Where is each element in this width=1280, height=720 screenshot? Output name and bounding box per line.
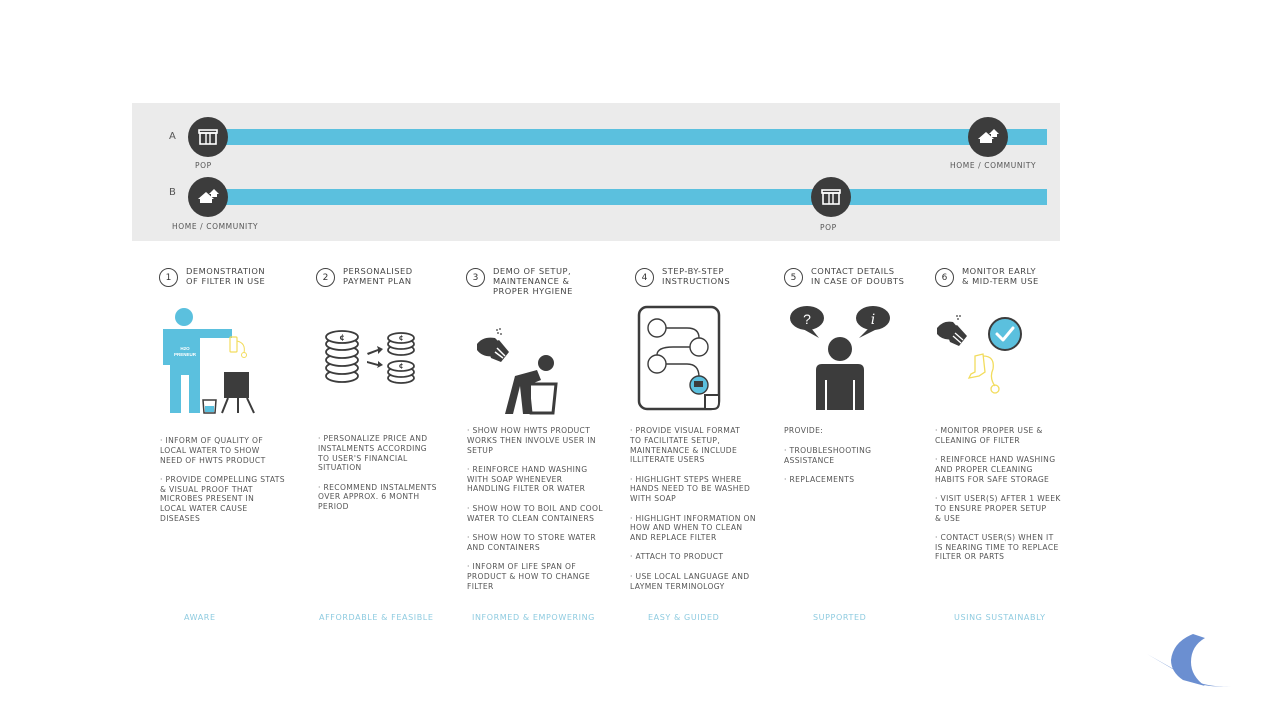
bullet-item: · USE LOCAL LANGUAGE AND LAYMEN TERMINOL…	[630, 571, 750, 591]
step-5-bullets: PROVIDE: · TROUBLESHOOTING ASSISTANCE · …	[784, 426, 919, 494]
row-b-end-label: POP	[820, 223, 837, 232]
bullet-item: · ATTACH TO PRODUCT	[630, 552, 724, 562]
bullet-item: · VISIT USER(S) AFTER 1 WEEK TO ENSURE P…	[935, 493, 1061, 523]
row-b-letter: B	[169, 187, 177, 198]
row-b-end-node	[811, 177, 851, 217]
person-with-speech-bubbles-icon: ? i	[790, 306, 890, 410]
row-b-start-node	[188, 177, 228, 217]
step-6: 6 MONITOR EARLY & MID-TERM USE	[935, 266, 1039, 287]
shop-icon	[198, 129, 218, 145]
step-title: CONTACT DETAILS IN CASE OF DOUBTS	[811, 266, 905, 286]
step-number: 6	[935, 268, 954, 287]
outcome-label: USING SUSTAINABLY	[954, 613, 1046, 622]
step-6-bullets: · MONITOR PROPER USE & CLEANING OF FILTE…	[935, 426, 1080, 572]
journey-panel: A POP HOME / COMMUNITY B HOME / COMMUNIT…	[132, 103, 1060, 241]
step-2-bullets: · PERSONALIZE PRICE AND INSTALMENTS ACCO…	[318, 434, 458, 522]
step-4-bullets: · PROVIDE VISUAL FORMAT TO FACILITATE SE…	[630, 426, 775, 601]
check-circle-icon	[988, 317, 1022, 351]
outcome-label: INFORMED & EMPOWERING	[472, 613, 595, 622]
step-3-bullets: · SHOW HOW HWTS PRODUCT WORKS THEN INVOL…	[467, 426, 617, 601]
bullet-item: · SHOW HOW TO STORE WATER AND CONTAINERS	[467, 532, 596, 552]
bullet-item: · REINFORCE HAND WASHING WITH SOAP WHENE…	[467, 464, 588, 494]
bullet-item: · REINFORCE HAND WASHING AND PROPER CLEA…	[935, 455, 1056, 484]
outcome-label: SUPPORTED	[813, 613, 867, 622]
svg-text:H2O: H2O	[180, 346, 190, 351]
row-a-start-node	[188, 117, 228, 157]
row-b-start-label: HOME / COMMUNITY	[172, 222, 259, 231]
outcome-label: AFFORDABLE & FEASIBLE	[319, 613, 434, 622]
outcome-label: EASY & GUIDED	[648, 613, 720, 622]
step-number: 1	[159, 268, 178, 287]
flowchart-document-icon	[637, 305, 721, 411]
bullet-item: · PROVIDE COMPELLING STATS & VISUAL PROO…	[160, 474, 285, 524]
bullet-item: · INFORM OF LIFE SPAN OF PRODUCT & HOW T…	[467, 561, 591, 591]
step-number: 2	[316, 268, 335, 287]
step-1: 1 DEMONSTRATION OF FILTER IN USE	[159, 266, 265, 287]
outcome-label: AWARE	[184, 613, 216, 622]
bullet-item: · HIGHLIGHT STEPS WHERE HANDS NEED TO BE…	[630, 474, 751, 504]
row-b-bar	[207, 189, 1047, 205]
row-a-end-node	[968, 117, 1008, 157]
step-2: 2 PERSONALISED PAYMENT PLAN	[316, 266, 413, 287]
svg-text:¢: ¢	[399, 362, 404, 370]
bullet-item: · INFORM OF QUALITY OF LOCAL WATER TO SH…	[160, 436, 266, 465]
row-a-bar	[207, 129, 1047, 145]
bullet-item: · MONITOR PROPER USE & CLEANING OF FILTE…	[935, 426, 1043, 445]
step-title: DEMO OF SETUP, MAINTENANCE & PROPER HYGI…	[493, 266, 573, 296]
step-title: PERSONALISED PAYMENT PLAN	[343, 266, 413, 286]
row-a-letter: A	[169, 131, 177, 142]
handwash-icon	[937, 315, 967, 346]
step-3: 3 DEMO OF SETUP, MAINTENANCE & PROPER HYG…	[466, 266, 573, 296]
question-mark-icon: ?	[803, 311, 811, 327]
row-a-start-label: POP	[195, 161, 212, 170]
step-title: DEMONSTRATION OF FILTER IN USE	[186, 266, 266, 286]
bullet-item: · SHOW HOW HWTS PRODUCT WORKS THEN INVOL…	[467, 426, 596, 455]
svg-text:¢: ¢	[399, 334, 404, 342]
step-5: 5 CONTACT DETAILS IN CASE OF DOUBTS	[784, 266, 904, 287]
info-icon: i	[871, 312, 875, 328]
shop-icon	[821, 189, 841, 205]
wave-sail-logo-icon	[1147, 634, 1233, 687]
huts-icon	[978, 129, 999, 143]
coins-split-icon: ¢ ¢ ¢	[325, 330, 415, 384]
step-number: 5	[784, 268, 803, 287]
bullet-item: · SHOW HOW TO BOIL AND COOL WATER TO CLE…	[467, 503, 603, 523]
svg-text:¢: ¢	[339, 333, 345, 342]
filter-icon	[967, 353, 1000, 394]
step-title: STEP-BY-STEP INSTRUCTIONS	[662, 266, 731, 286]
row-a-end-label: HOME / COMMUNITY	[950, 161, 1037, 170]
step-4: 4 STEP-BY-STEP INSTRUCTIONS	[635, 266, 730, 287]
step-1-bullets: · INFORM OF QUALITY OF LOCAL WATER TO SH…	[160, 436, 310, 533]
bullet-item: · PROVIDE VISUAL FORMAT TO FACILITATE SE…	[630, 426, 741, 465]
svg-text:PRENEUR: PRENEUR	[174, 352, 197, 357]
step-title: MONITOR EARLY & MID-TERM USE	[962, 266, 1039, 286]
bullets-lead: PROVIDE:	[784, 426, 824, 435]
huts-icon	[198, 189, 219, 203]
bullet-item: · RECOMMEND INSTALMENTS OVER APPROX. 6 M…	[318, 482, 437, 512]
handwash-check-filter-icon	[937, 315, 1022, 394]
bullet-item: · CONTACT USER(S) WHEN IT IS NEARING TIM…	[935, 532, 1059, 562]
person-demonstrating-filter-icon: H2O PRENEUR	[163, 308, 255, 414]
handwash-and-bucket-icon	[477, 328, 558, 415]
bullet-item: · TROUBLESHOOTING ASSISTANCE	[784, 445, 872, 465]
bullet-item: · REPLACEMENTS	[784, 474, 855, 484]
bullet-item: · PERSONALIZE PRICE AND INSTALMENTS ACCO…	[318, 434, 428, 473]
step-number: 4	[635, 268, 654, 287]
bullet-item: · HIGHLIGHT INFORMATION ON HOW AND WHEN …	[630, 513, 756, 543]
step-number: 3	[466, 268, 485, 287]
